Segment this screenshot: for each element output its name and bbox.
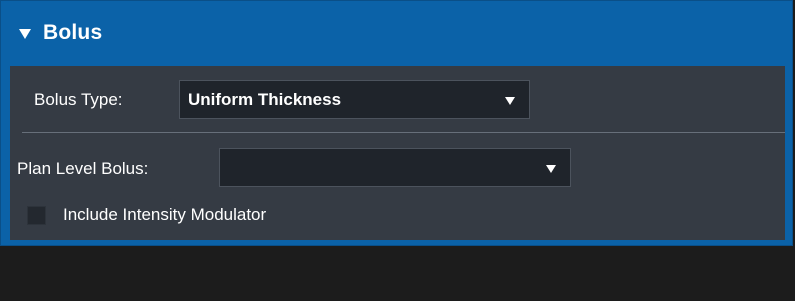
bolus-type-dropdown[interactable]: Uniform Thickness [179,80,530,119]
bolus-panel-body: Bolus Type: Uniform Thickness Plan Level… [10,66,785,240]
empty-area-below-panel [0,246,795,301]
bolus-type-label: Bolus Type: [34,90,123,109]
collapse-caret-icon[interactable] [19,29,31,39]
panel-title: Bolus [43,21,103,44]
bolus-panel: Bolus Bolus Type: Uniform Thickness Plan… [0,0,793,246]
bolus-panel-header[interactable]: Bolus [1,1,792,65]
plan-level-bolus-dropdown[interactable] [219,148,571,187]
plan-level-bolus-label: Plan Level Bolus: [17,159,149,178]
bolus-type-selected-value: Uniform Thickness [188,89,342,109]
include-intensity-modulator-checkbox[interactable] [27,206,46,225]
include-intensity-modulator-label[interactable]: Include Intensity Modulator [63,205,266,225]
chevron-down-icon [505,96,515,105]
divider [22,132,785,133]
chevron-down-icon [546,164,556,173]
